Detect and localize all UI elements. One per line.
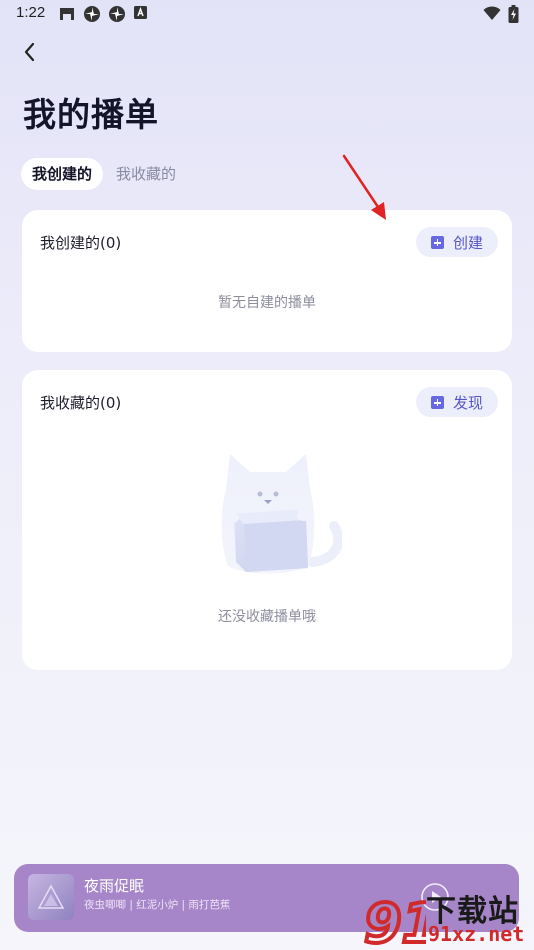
keyboard-a-icon <box>134 6 147 19</box>
back-chevron-icon[interactable] <box>16 38 44 66</box>
svg-text:91: 91 <box>364 892 426 950</box>
annotation-arrow-icon <box>342 154 386 220</box>
created-section-title: 我创建的(0) <box>40 234 122 252</box>
status-time: 1:22 <box>16 4 46 21</box>
tab-favorites[interactable]: 我收藏的 <box>116 158 176 190</box>
watermark-url: 91xz.net <box>428 922 525 946</box>
discover-button[interactable]: 发现 <box>416 387 498 417</box>
cat-holding-box-illustration <box>221 454 342 574</box>
notification-app-icon <box>60 8 74 20</box>
site-watermark: 91 下载站 91xz.net <box>362 886 534 950</box>
page-title: 我的播单 <box>23 95 159 134</box>
create-button[interactable]: 创建 <box>416 227 498 257</box>
player-cover-art[interactable] <box>28 874 74 920</box>
player-track-title: 夜雨促眠 <box>84 877 145 895</box>
create-button-label: 创建 <box>453 234 484 252</box>
plus-square-icon <box>431 396 444 409</box>
created-empty-text: 暂无自建的播单 <box>218 295 316 311</box>
favorites-empty-text: 还没收藏播单哦 <box>218 609 316 625</box>
player-track-subtitle: 夜虫唧唧 | 红泥小炉 | 雨打芭蕉 <box>84 899 231 911</box>
plus-square-icon <box>431 236 444 249</box>
wifi-icon <box>483 6 501 20</box>
favorites-section-title: 我收藏的(0) <box>40 394 122 412</box>
battery-charging-icon <box>508 5 519 23</box>
tab-created[interactable]: 我创建的 <box>21 158 103 190</box>
status-bar: 1:22 <box>0 0 534 28</box>
discover-button-label: 发现 <box>453 394 484 412</box>
pinwheel-icon <box>84 6 100 22</box>
watermark-logo-icon: 91 <box>362 890 426 950</box>
created-section-card: 我创建的(0) 创建 暂无自建的播单 <box>22 210 512 352</box>
cover-triangle-icon <box>37 884 65 909</box>
favorites-section-card: 我收藏的(0) 发现 还没收藏播单哦 <box>22 370 512 670</box>
pinwheel-icon <box>109 6 125 22</box>
